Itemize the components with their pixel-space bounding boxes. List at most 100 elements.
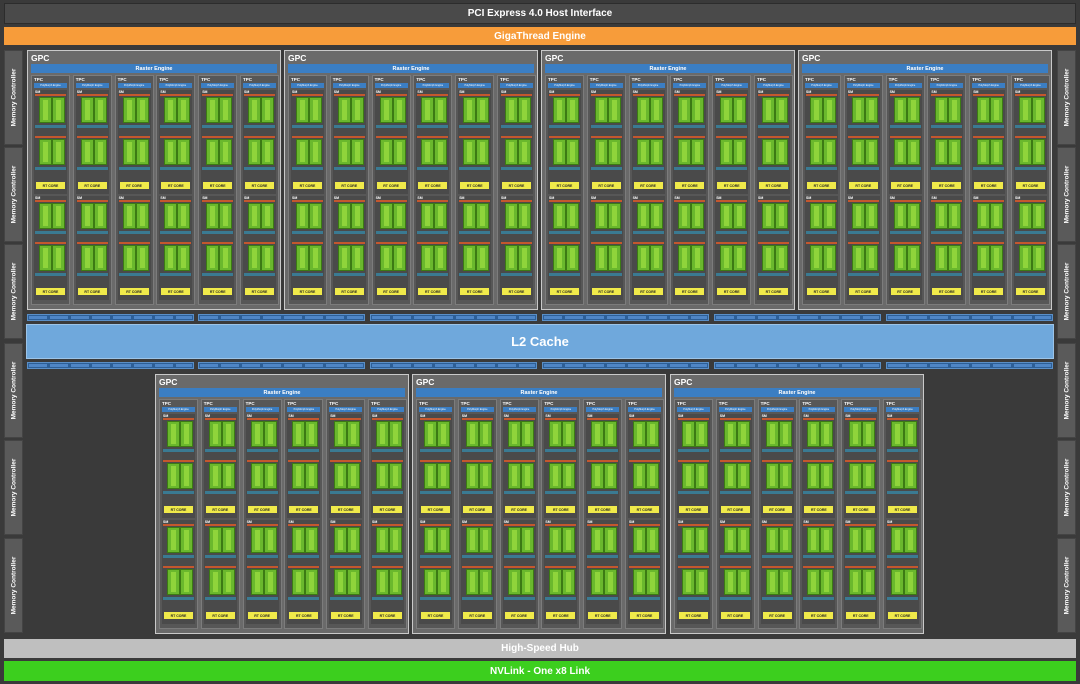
cuda-core-block bbox=[691, 97, 705, 123]
cuda-core-block bbox=[164, 139, 178, 165]
dispatch-strip bbox=[288, 460, 320, 462]
texture-unit bbox=[333, 167, 365, 170]
dispatch-strip bbox=[375, 94, 407, 96]
raster-engine: Raster Engine bbox=[416, 388, 662, 397]
sm-block: SM RT CORE bbox=[586, 414, 620, 518]
dispatch-strip bbox=[244, 200, 275, 202]
cuda-core-block bbox=[261, 203, 274, 229]
tpc-label: TPC bbox=[844, 401, 854, 406]
cuda-core-block bbox=[682, 463, 695, 489]
crossbar-segment bbox=[198, 362, 365, 369]
cuda-core-block bbox=[935, 97, 949, 123]
dispatch-strip bbox=[333, 136, 365, 138]
rt-core: RT CORE bbox=[717, 182, 747, 189]
rt-core: RT CORE bbox=[848, 182, 878, 189]
memory-controller: Memory Controller bbox=[4, 343, 23, 438]
texture-unit bbox=[931, 125, 963, 128]
gigathread-engine: GigaThread Engine bbox=[4, 27, 1076, 45]
dispatch-strip bbox=[847, 94, 879, 96]
dispatch-strip bbox=[674, 200, 706, 202]
cuda-core-block bbox=[810, 139, 823, 165]
memory-controller: Memory Controller bbox=[4, 50, 23, 145]
texture-unit bbox=[887, 555, 918, 558]
sm-block: SM RT CORE bbox=[162, 414, 195, 518]
dispatch-strip bbox=[118, 94, 150, 96]
tpc-block: TPC PolyMorph Engine SM RT CORE SM RT CORE bbox=[712, 75, 752, 305]
sm-block: SM RT CORE bbox=[930, 90, 964, 194]
sm-block: SM RT CORE bbox=[502, 520, 536, 624]
tpc-label: TPC bbox=[972, 77, 982, 82]
cuda-core-block bbox=[434, 139, 448, 165]
cuda-core-block bbox=[520, 527, 534, 553]
cuda-core-block bbox=[421, 245, 435, 271]
sm-block: SM RT CORE bbox=[245, 520, 279, 624]
rt-core: RT CORE bbox=[550, 182, 579, 189]
sm-block: SM RT CORE bbox=[544, 520, 578, 624]
texture-unit bbox=[160, 231, 192, 234]
cuda-core-block bbox=[39, 97, 52, 123]
cuda-core-block bbox=[607, 97, 621, 123]
texture-unit bbox=[244, 167, 275, 170]
cuda-core-block bbox=[465, 421, 479, 447]
cuda-core-block bbox=[389, 527, 402, 553]
cuda-core-block bbox=[518, 97, 531, 123]
cuda-core-block bbox=[682, 421, 695, 447]
dispatch-strip bbox=[674, 242, 706, 244]
tpc-label: TPC bbox=[159, 77, 169, 82]
cuda-core-block bbox=[862, 421, 876, 447]
rt-core: RT CORE bbox=[675, 182, 705, 189]
cuda-core-block bbox=[261, 245, 274, 271]
cuda-core-block bbox=[646, 463, 659, 489]
rt-core: RT CORE bbox=[591, 182, 621, 189]
texture-unit bbox=[246, 597, 278, 600]
texture-unit bbox=[629, 449, 660, 452]
cuda-core-block bbox=[762, 139, 775, 165]
tpc-block: TPC PolyMorph Engine SM RT CORE SM RT CORE bbox=[156, 75, 196, 305]
cuda-core-block bbox=[762, 97, 775, 123]
cuda-core-block bbox=[309, 245, 322, 271]
texture-unit bbox=[973, 273, 1005, 276]
dispatch-strip bbox=[549, 136, 580, 138]
cuda-core-block bbox=[434, 203, 448, 229]
cuda-core-block bbox=[135, 97, 149, 123]
polymorph-engine: PolyMorph Engine bbox=[332, 83, 366, 88]
cuda-core-block bbox=[820, 463, 834, 489]
texture-unit bbox=[246, 449, 278, 452]
texture-unit bbox=[761, 449, 793, 452]
cuda-core-block bbox=[434, 97, 448, 123]
texture-unit bbox=[503, 597, 535, 600]
crossbar-segment bbox=[714, 362, 881, 369]
texture-unit bbox=[716, 125, 748, 128]
cuda-core-block bbox=[604, 463, 618, 489]
texture-unit bbox=[761, 597, 793, 600]
cuda-core-block bbox=[765, 527, 779, 553]
tpc-block: TPC PolyMorph Engine SM RT CORE SM RT CORE bbox=[802, 75, 841, 305]
cuda-core-block bbox=[775, 245, 788, 271]
texture-unit bbox=[806, 231, 837, 234]
dispatch-strip bbox=[292, 94, 323, 96]
tpc-block: TPC PolyMorph Engine SM RT CORE SM RT CORE bbox=[883, 399, 922, 629]
cuda-core-block bbox=[261, 139, 274, 165]
dispatch-strip bbox=[889, 136, 921, 138]
rt-core: RT CORE bbox=[890, 288, 920, 295]
cuda-core-block bbox=[649, 245, 663, 271]
texture-unit bbox=[330, 491, 362, 494]
cuda-core-block bbox=[347, 421, 361, 447]
pcie-host-interface: PCI Express 4.0 Host Interface bbox=[4, 3, 1076, 24]
tpc-label: TPC bbox=[544, 401, 554, 406]
dispatch-strip bbox=[719, 460, 751, 462]
cuda-core-block bbox=[636, 245, 650, 271]
cuda-core-block bbox=[379, 203, 393, 229]
sm-block: SM RT CORE bbox=[715, 90, 749, 194]
sm-block: SM RT CORE bbox=[631, 196, 665, 300]
cuda-core-block bbox=[723, 421, 737, 447]
rt-core: RT CORE bbox=[421, 612, 450, 619]
dispatch-strip bbox=[758, 136, 789, 138]
texture-unit bbox=[587, 491, 619, 494]
cuda-core-block bbox=[678, 97, 692, 123]
memory-controller-label: Memory Controller bbox=[10, 458, 18, 517]
cuda-core-block bbox=[733, 203, 747, 229]
cuda-core-block bbox=[52, 97, 65, 123]
polymorph-engine: PolyMorph Engine bbox=[458, 83, 492, 88]
dispatch-strip bbox=[244, 94, 275, 96]
